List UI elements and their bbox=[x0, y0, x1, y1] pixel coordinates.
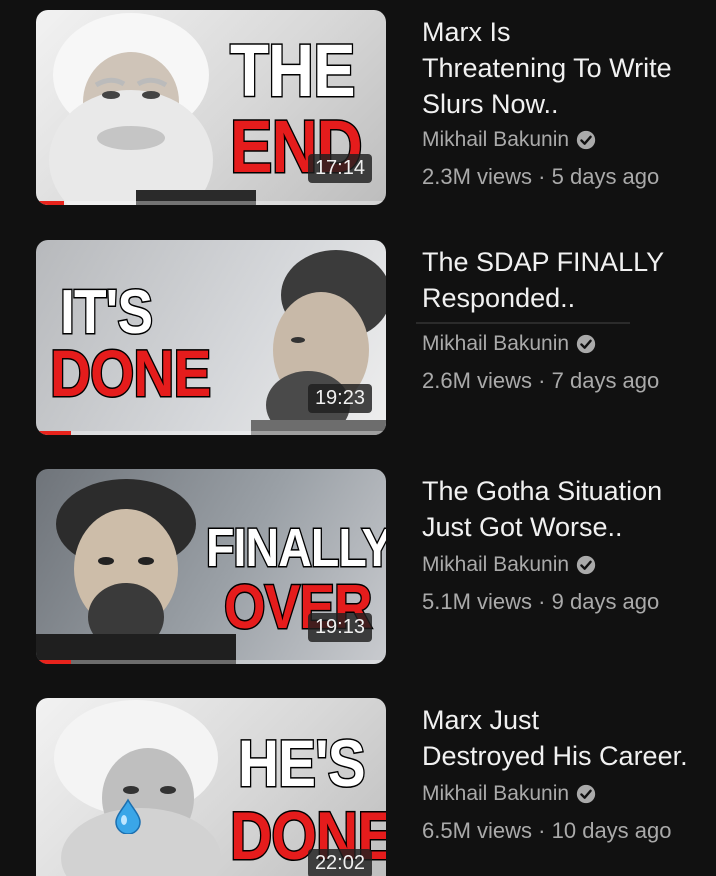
video-title-line: Just Got Worse.. bbox=[422, 512, 623, 542]
thumbnail-overlay-text: THE bbox=[229, 29, 357, 112]
meta-separator: · bbox=[538, 818, 546, 843]
upload-age: 5 days ago bbox=[551, 164, 660, 189]
video-meta: Marx Just Destroyed His Career. Mikhail … bbox=[422, 702, 716, 844]
channel-name[interactable]: Mikhail Bakunin bbox=[422, 128, 569, 152]
watch-progress-fill bbox=[36, 660, 71, 664]
video-feed: THE END 17:14 Marx Is Threatening To Wri… bbox=[0, 0, 716, 876]
video-item[interactable]: IT'S DONE 19:23 The SDAP FINALLY Respond… bbox=[0, 230, 716, 435]
channel-name-row[interactable]: Mikhail Bakunin bbox=[422, 332, 716, 356]
video-thumbnail[interactable]: THE END 17:14 bbox=[36, 10, 386, 205]
video-meta: Marx Is Threatening To Write Slurs Now..… bbox=[422, 14, 716, 190]
video-thumbnail[interactable]: HE'S DONE 22:02 bbox=[36, 698, 386, 876]
upload-age: 9 days ago bbox=[551, 589, 660, 614]
channel-name[interactable]: Mikhail Bakunin bbox=[422, 553, 569, 577]
thumbnail-overlay-text: HE'S bbox=[237, 726, 367, 800]
video-title[interactable]: Marx Is Threatening To Write Slurs Now.. bbox=[422, 14, 716, 122]
view-count: 2.3M views bbox=[422, 164, 533, 189]
channel-name[interactable]: Mikhail Bakunin bbox=[422, 782, 569, 806]
verified-check-icon bbox=[576, 784, 596, 804]
thumbnail-overlay-text: IT'S bbox=[59, 278, 155, 347]
video-title-line: Marx Just bbox=[422, 705, 540, 735]
video-title-line: Marx Is bbox=[422, 17, 511, 47]
thumbnail-overlay-text: FINALLY bbox=[205, 518, 386, 578]
watch-progress-bar bbox=[36, 201, 386, 205]
video-title-line: The Gotha Situation bbox=[422, 476, 663, 506]
view-count: 2.6M views bbox=[422, 368, 533, 393]
video-title-line: Threatening To Write bbox=[422, 53, 672, 83]
video-thumbnail[interactable]: IT'S DONE 19:23 bbox=[36, 240, 386, 435]
video-title-line: Destroyed His Career. bbox=[422, 741, 688, 771]
video-title-line: Responded.. bbox=[422, 283, 576, 313]
thumbnail-overlay-text: DONE bbox=[49, 336, 213, 410]
view-count: 6.5M views bbox=[422, 818, 533, 843]
video-title-line: The SDAP FINALLY bbox=[422, 247, 665, 277]
video-title-line: Slurs Now.. bbox=[422, 89, 559, 119]
verified-check-icon bbox=[576, 555, 596, 575]
video-duration-badge: 19:13 bbox=[307, 613, 372, 642]
verified-check-icon bbox=[576, 130, 596, 150]
channel-name[interactable]: Mikhail Bakunin bbox=[422, 332, 569, 356]
upload-age: 10 days ago bbox=[551, 818, 672, 843]
video-duration-badge: 17:14 bbox=[307, 154, 372, 183]
video-title[interactable]: The Gotha Situation Just Got Worse.. bbox=[422, 473, 716, 545]
channel-name-row[interactable]: Mikhail Bakunin bbox=[422, 553, 716, 577]
channel-name-row[interactable]: Mikhail Bakunin bbox=[422, 782, 716, 806]
video-title[interactable]: Marx Just Destroyed His Career. bbox=[422, 702, 716, 774]
video-item[interactable]: HE'S DONE 22:02 Marx Just Destroyed His … bbox=[0, 688, 716, 876]
video-stats: 5.1M views · 9 days ago bbox=[422, 589, 716, 615]
watch-progress-bar bbox=[36, 431, 386, 435]
upload-age: 7 days ago bbox=[551, 368, 660, 393]
video-item[interactable]: THE END 17:14 Marx Is Threatening To Wri… bbox=[0, 0, 716, 205]
teardrop-icon bbox=[115, 798, 141, 834]
view-count: 5.1M views bbox=[422, 589, 533, 614]
video-item[interactable]: FINALLY OVER 19:13 The Gotha Situation J… bbox=[0, 459, 716, 664]
channel-name-row[interactable]: Mikhail Bakunin bbox=[422, 128, 716, 152]
video-meta: The SDAP FINALLY Responded.. Mikhail Bak… bbox=[422, 244, 716, 394]
video-meta: The Gotha Situation Just Got Worse.. Mik… bbox=[422, 473, 716, 615]
video-duration-badge: 19:23 bbox=[307, 384, 372, 413]
watch-progress-fill bbox=[36, 201, 64, 205]
video-title[interactable]: The SDAP FINALLY Responded.. bbox=[422, 244, 716, 316]
meta-separator: · bbox=[538, 368, 546, 393]
watch-progress-fill bbox=[36, 431, 71, 435]
video-stats: 2.3M views · 5 days ago bbox=[422, 164, 716, 190]
meta-separator: · bbox=[538, 164, 546, 189]
video-thumbnail[interactable]: FINALLY OVER 19:13 bbox=[36, 469, 386, 664]
video-stats: 6.5M views · 10 days ago bbox=[422, 818, 716, 844]
meta-separator: · bbox=[538, 589, 546, 614]
title-divider bbox=[416, 322, 630, 324]
watch-progress-bar bbox=[36, 660, 386, 664]
video-stats: 2.6M views · 7 days ago bbox=[422, 368, 716, 394]
verified-check-icon bbox=[576, 334, 596, 354]
video-duration-badge: 22:02 bbox=[307, 849, 372, 876]
